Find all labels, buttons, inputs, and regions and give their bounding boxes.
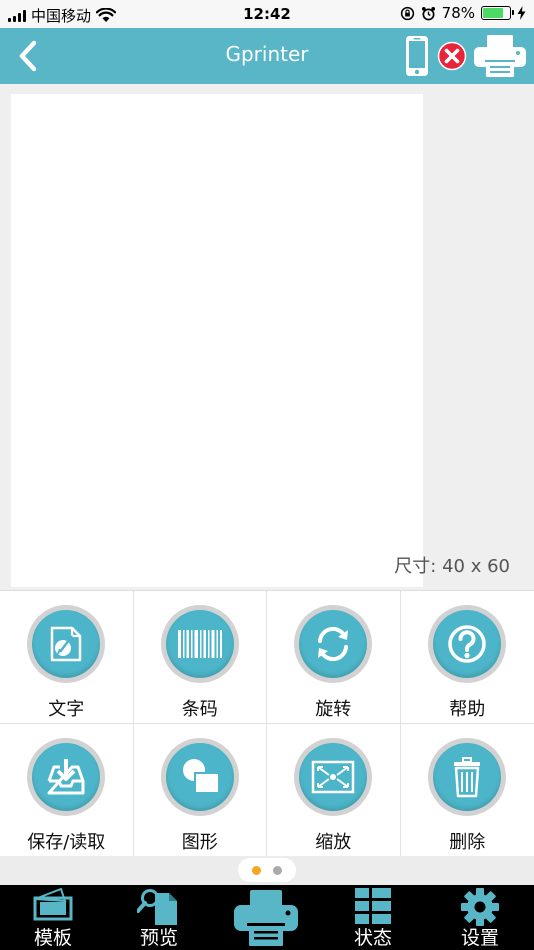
help-icon (448, 625, 486, 663)
zoom-tool-button[interactable]: 缩放 (267, 724, 401, 857)
wifi-icon (96, 8, 117, 22)
save-load-tool-button[interactable]: 保存/读取 (0, 724, 134, 857)
back-chevron-icon (19, 40, 37, 72)
template-icon (33, 887, 73, 921)
tab-label: 设置 (460, 927, 499, 949)
phone-icon (406, 36, 428, 76)
tab-label: 状态 (353, 927, 392, 949)
text-tool-button[interactable]: 文字 (0, 591, 134, 724)
text-edit-icon (51, 626, 82, 662)
tool-label: 删除 (449, 832, 486, 853)
delete-tool-button[interactable]: 删除 (400, 724, 534, 857)
shapes-tool-button[interactable]: 图形 (133, 724, 267, 857)
battery-icon (481, 6, 514, 20)
alarm-icon (421, 6, 435, 20)
tool-label: 旋转 (315, 699, 352, 720)
rotate-icon (318, 626, 349, 662)
tool-label: 图形 (181, 832, 218, 853)
rotate-tool-button[interactable]: 旋转 (267, 591, 401, 724)
nav-bar: Gprinter (0, 28, 534, 84)
phone-button[interactable] (402, 33, 432, 79)
status-icon (355, 888, 391, 924)
printer-icon (474, 35, 526, 77)
disconnect-button[interactable] (437, 41, 467, 71)
barcode-icon (177, 630, 222, 658)
label-canvas-area: 尺寸: 40 x 60 (0, 84, 534, 590)
printer-button[interactable] (472, 34, 528, 78)
charging-icon (517, 6, 526, 20)
tab-template[interactable]: 模板 (0, 885, 106, 950)
page-indicator[interactable] (238, 858, 296, 882)
shapes-icon (182, 759, 220, 794)
tool-label: 帮助 (449, 699, 486, 720)
preview-icon (137, 889, 177, 925)
tab-label: 预览 (139, 927, 178, 949)
tool-label: 缩放 (315, 832, 352, 853)
help-tool-button[interactable]: 帮助 (400, 591, 534, 724)
tool-label: 保存/读取 (27, 832, 106, 853)
zoom-icon (312, 760, 355, 794)
back-button[interactable] (12, 38, 48, 74)
canvas-size-readout: 尺寸: 40 x 60 (394, 556, 510, 577)
settings-gear-icon (461, 888, 499, 926)
tab-bar: 模板 预览 状态 设置 (0, 885, 534, 950)
page-dot-1[interactable] (252, 865, 261, 875)
battery-percent: 78% (441, 4, 475, 22)
tab-print[interactable] (213, 885, 319, 950)
status-bar: 中国移动 12:42 78% (0, 0, 534, 28)
tool-grid: 文字 条码 旋转 帮助 保存/读取 图形 缩放 删除 (0, 590, 534, 857)
signal-icon (8, 9, 26, 22)
disconnected-icon (437, 41, 467, 71)
tab-preview[interactable]: 预览 (106, 885, 212, 950)
status-left: 中国移动 (8, 5, 117, 26)
tab-label: 模板 (33, 927, 72, 949)
print-icon (234, 890, 298, 946)
label-canvas[interactable] (11, 94, 423, 587)
page-dot-2[interactable] (273, 865, 282, 875)
barcode-tool-button[interactable]: 条码 (133, 591, 267, 724)
tool-label: 条码 (181, 699, 218, 720)
rotation-lock-icon (400, 6, 414, 20)
tab-settings[interactable]: 设置 (427, 885, 533, 950)
status-right: 78% (400, 4, 526, 22)
tool-label: 文字 (48, 699, 85, 720)
tab-status[interactable]: 状态 (320, 885, 426, 950)
trash-icon (454, 757, 481, 798)
save-load-icon (47, 759, 85, 795)
carrier-name: 中国移动 (31, 7, 92, 25)
pager-strip (0, 856, 534, 885)
